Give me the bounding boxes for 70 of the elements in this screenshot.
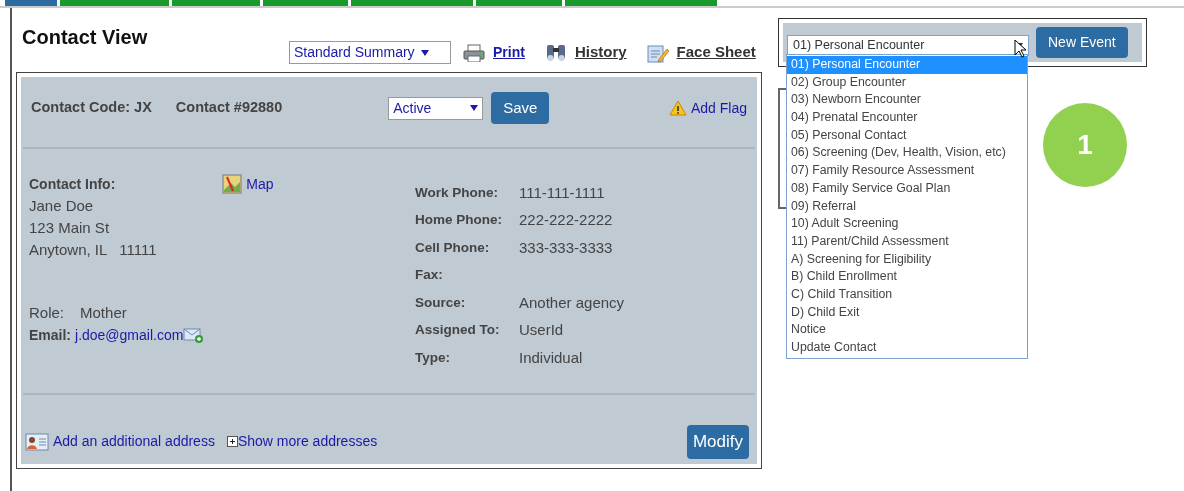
field-label: Work Phone: [415,183,499,202]
address-line: 123 Main St [29,218,111,238]
add-address-link[interactable]: Add an additional address [53,431,215,453]
binoculars-icon [544,42,567,63]
field-value: 111-111-1111 [519,182,605,203]
field-value: 333-333-3333 [519,237,613,258]
show-addresses-link[interactable]: Show more addresses [237,431,378,453]
nav-tab[interactable] [5,0,57,6]
envelope-add-icon [183,327,205,343]
map-link[interactable]: Map [246,173,274,195]
dropdown-option[interactable]: B) Child Enrollment [787,268,1027,286]
dropdown-option[interactable]: Update Contact [787,339,1027,357]
nav-tab[interactable] [263,0,348,6]
facesheet-link[interactable]: Face Sheet [676,41,756,64]
add-flag-link[interactable]: Add Flag [690,97,747,119]
field-label: Fax: [415,266,444,285]
dropdown-option[interactable]: 11) Parent/Child Assessment [787,232,1027,251]
printer-icon [463,43,485,62]
summary-select[interactable]: Standard Summary [289,41,451,64]
dropdown-option[interactable]: 10) Adult Screening [787,215,1027,233]
history-link[interactable]: History [574,41,627,64]
map-icon [222,174,243,194]
nav-tab[interactable] [351,0,473,6]
nav-tab[interactable] [172,0,260,6]
field-label: Source: [415,293,467,312]
dropdown-option[interactable]: 08) Family Service Goal Plan [787,179,1027,198]
dropdown-option[interactable]: 04) Prenatal Encounter [787,109,1027,127]
expand-icon [226,436,238,448]
dropdown-option[interactable]: Notice [787,321,1027,339]
modify-button[interactable]: Modify [686,425,749,459]
address-line: Anytown, IL 11111 [29,240,158,260]
field-label: Assigned To: [415,321,501,340]
field-value: 222-222-2222 [519,210,613,230]
role-value: Mother [80,303,127,323]
dropdown-option[interactable]: 09) Referral [787,197,1027,216]
new-event-button[interactable]: New Event [1036,27,1128,58]
field-value: Individual [519,347,583,368]
email-label: Email: [29,326,71,345]
nav-tab[interactable] [476,0,562,6]
dropdown-option[interactable]: C) Child Transition [787,285,1027,304]
field-label: Cell Phone: [415,238,491,257]
dropdown-option[interactable]: 05) Personal Contact [787,126,1027,145]
field-label: Home Phone: [415,211,503,230]
caret-icon [420,49,429,56]
dropdown-option[interactable]: 02) Group Encounter [787,73,1027,92]
contact-card-icon [25,432,49,451]
field-label: Type: [415,348,451,367]
address-line: Jane Doe [29,196,95,216]
dropdown-option[interactable]: 03) Newborn Encounter [787,91,1027,110]
dropdown-option[interactable]: D) Child Exit [787,303,1027,322]
nav-tab[interactable] [60,0,169,6]
save-button[interactable]: Save [491,91,550,125]
page-title: Contact View [22,25,148,50]
contact-code: Contact Code: JX [31,98,152,118]
caret-icon [470,105,479,111]
warning-icon [668,100,687,116]
contact-number: Contact #92880 [175,98,283,118]
print-link[interactable]: Print [493,42,525,63]
field-value: Another agency [519,292,625,313]
nav-tab[interactable] [565,0,717,6]
dropdown-option[interactable]: A) Screening for Eligibility [787,250,1027,269]
notepad-pencil-icon [646,42,669,63]
dropdown-option[interactable]: 07) Family Resource Assessment [787,162,1027,180]
role-label: Role: [29,303,65,323]
email-link[interactable]: j.doe@gmail.com [75,324,184,346]
dropdown-option[interactable]: 06) Screening (Dev, Health, Vision, etc) [787,144,1027,163]
step-badge: 1 [1043,103,1127,187]
field-value: UserId [519,320,564,340]
contact-info-label: Contact Info: [29,175,116,194]
status-select[interactable]: Active [388,96,484,120]
